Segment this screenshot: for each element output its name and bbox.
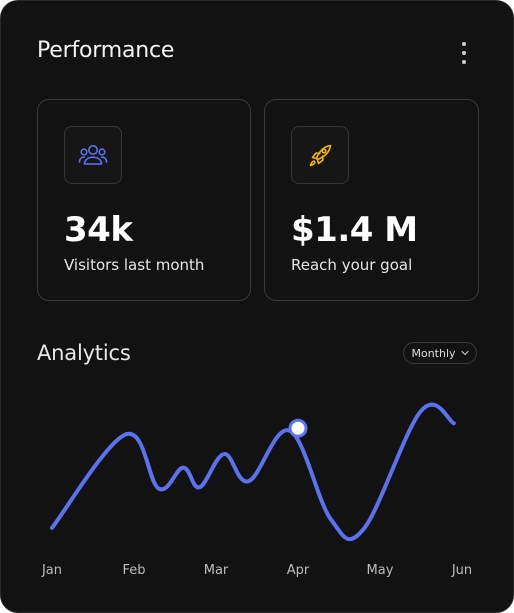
x-tick-label: Jan bbox=[41, 563, 62, 578]
x-tick-label: Feb bbox=[122, 563, 145, 578]
x-tick-label: Jun bbox=[451, 563, 472, 578]
more-options-icon[interactable] bbox=[454, 40, 474, 66]
x-tick-label: Apr bbox=[287, 563, 310, 578]
visitors-label: Visitors last month bbox=[64, 256, 205, 274]
highlight-point[interactable] bbox=[288, 418, 308, 438]
performance-card: Performance 34k Visitors last month $1.4… bbox=[0, 0, 514, 613]
analytics-title: Analytics bbox=[37, 341, 131, 365]
series-line bbox=[50, 402, 456, 542]
period-dropdown[interactable]: Monthly bbox=[403, 342, 477, 364]
x-tick-label: Mar bbox=[204, 563, 229, 578]
chevron-down-icon bbox=[460, 350, 469, 356]
rocket-icon bbox=[291, 126, 349, 184]
stat-card-goal: $1.4 M Reach your goal bbox=[264, 99, 479, 301]
card-title: Performance bbox=[37, 38, 175, 63]
goal-label: Reach your goal bbox=[291, 256, 413, 274]
stat-card-visitors: 34k Visitors last month bbox=[37, 99, 251, 301]
visitors-value: 34k bbox=[64, 210, 133, 250]
period-label: Monthly bbox=[411, 346, 456, 360]
users-icon bbox=[64, 126, 122, 184]
goal-value: $1.4 M bbox=[291, 210, 418, 250]
analytics-line-chart: Jan Feb Mar Apr May Jun bbox=[41, 402, 472, 578]
x-tick-label: May bbox=[367, 563, 394, 578]
